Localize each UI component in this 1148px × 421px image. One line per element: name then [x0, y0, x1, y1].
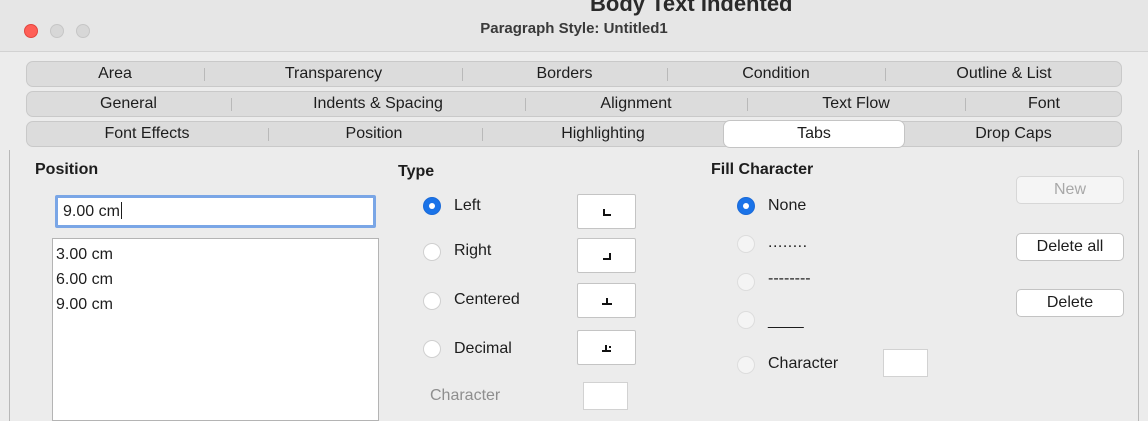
tab-borders[interactable]: Borders: [463, 62, 666, 86]
tab-outline-list[interactable]: Outline & List: [886, 62, 1122, 86]
type-centered-label: Centered: [454, 291, 520, 308]
type-right-label: Right: [454, 242, 492, 259]
fill-character-input[interactable]: [883, 349, 928, 377]
type-decimal-label: Decimal: [454, 340, 512, 357]
list-item[interactable]: 3.00 cm: [56, 242, 378, 267]
type-decimal-radio[interactable]: [423, 340, 441, 358]
tab-centered-icon[interactable]: [577, 283, 636, 318]
type-left-radio[interactable]: [423, 197, 441, 215]
tab-drop-caps[interactable]: Drop Caps: [905, 122, 1122, 146]
tab-row-3: Font Effects Position Highlighting Tabs …: [26, 121, 1122, 147]
tab-left-icon[interactable]: [577, 194, 636, 229]
fill-underscore-radio[interactable]: [737, 311, 755, 329]
fill-character-radio[interactable]: [737, 356, 755, 374]
list-item[interactable]: 9.00 cm: [56, 292, 378, 317]
fill-character-heading: Fill Character: [711, 161, 814, 178]
tab-row-1: Area Transparency Borders Condition Outl…: [26, 61, 1122, 87]
decimal-character-input[interactable]: [583, 382, 628, 410]
title-bar: Body Text Indented Paragraph Style: Unti…: [0, 0, 1148, 52]
type-heading: Type: [398, 163, 435, 180]
position-heading: Position: [35, 161, 99, 178]
tab-condition[interactable]: Condition: [668, 62, 884, 86]
type-left-label: Left: [454, 197, 481, 214]
tab-font-effects[interactable]: Font Effects: [27, 122, 267, 146]
fill-underscore-label: ____: [768, 312, 804, 329]
tab-transparency[interactable]: Transparency: [205, 62, 462, 86]
tab-general[interactable]: General: [27, 92, 230, 116]
tab-position-list[interactable]: 3.00 cm 6.00 cm 9.00 cm: [52, 238, 379, 421]
text-cursor: [120, 202, 122, 219]
fill-dashes-radio[interactable]: [737, 273, 755, 291]
tab-right-icon[interactable]: [577, 238, 636, 273]
background-document-text: Body Text Indented: [590, 0, 793, 16]
tab-decimal-icon[interactable]: [577, 330, 636, 365]
position-input[interactable]: 9.00 cm: [55, 195, 376, 228]
fill-none-radio[interactable]: [737, 197, 755, 215]
tab-font[interactable]: Font: [966, 92, 1122, 116]
tab-text-flow[interactable]: Text Flow: [748, 92, 964, 116]
fill-dashes-label: --------: [768, 270, 811, 287]
fill-dots-radio[interactable]: [737, 235, 755, 253]
window-title: Paragraph Style: Untitled1: [480, 20, 668, 37]
list-item[interactable]: 6.00 cm: [56, 267, 378, 292]
fill-dots-label: ........: [768, 234, 808, 251]
tab-alignment[interactable]: Alignment: [526, 92, 746, 116]
decimal-character-label: Character: [430, 387, 501, 404]
fill-character-label: Character: [768, 355, 839, 372]
delete-all-button[interactable]: Delete all: [1016, 233, 1124, 261]
type-centered-radio[interactable]: [423, 292, 441, 310]
position-input-value: 9.00 cm: [63, 203, 120, 220]
type-right-radio[interactable]: [423, 243, 441, 261]
tab-position[interactable]: Position: [269, 122, 479, 146]
delete-button[interactable]: Delete: [1016, 289, 1124, 317]
tab-highlighting[interactable]: Highlighting: [483, 122, 723, 146]
new-button[interactable]: New: [1016, 176, 1124, 204]
tab-area[interactable]: Area: [27, 62, 203, 86]
fill-none-label: None: [768, 197, 807, 214]
tab-tabs[interactable]: Tabs: [724, 121, 904, 147]
panel-border-left: [9, 150, 10, 421]
tab-indents-spacing[interactable]: Indents & Spacing: [232, 92, 524, 116]
tab-row-2: General Indents & Spacing Alignment Text…: [26, 91, 1122, 117]
panel-border-right: [1138, 150, 1139, 421]
